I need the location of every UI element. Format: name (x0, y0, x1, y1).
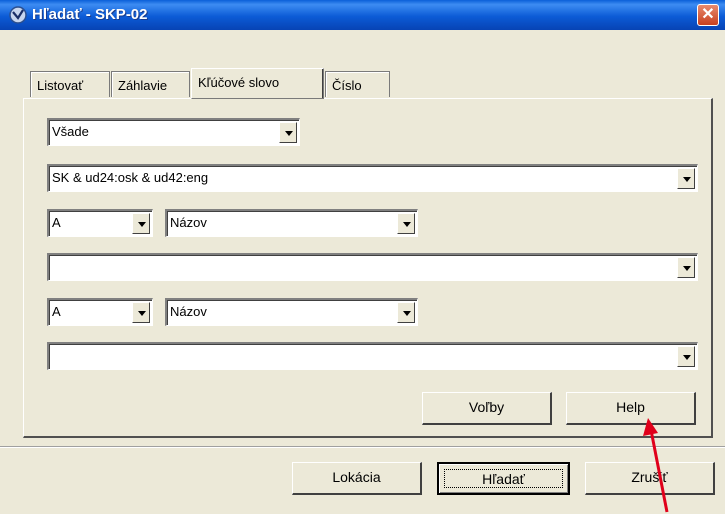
chevron-down-icon[interactable] (132, 302, 150, 323)
search-dialog: Hľadať - SKP-02 ✕ Listovať Záhlavie Kľúč… (0, 0, 725, 514)
query-input-3[interactable] (47, 342, 698, 370)
app-icon (9, 6, 27, 24)
search-button[interactable]: Hľadať (437, 462, 570, 495)
chevron-down-icon[interactable] (397, 213, 415, 234)
chevron-down-icon[interactable] (279, 122, 297, 143)
operator-select-2[interactable]: A (47, 298, 153, 326)
field-select-1[interactable]: Názov (165, 209, 418, 237)
query-input-1[interactable]: SK & ud24:osk & ud42:eng (47, 164, 698, 192)
chevron-down-icon[interactable] (397, 302, 415, 323)
chevron-down-icon[interactable] (132, 213, 150, 234)
chevron-down-icon[interactable] (677, 346, 695, 367)
query-input-2[interactable] (47, 253, 698, 281)
tab-klucove-slovo[interactable]: Kľúčové slovo (191, 68, 324, 99)
field-select-2[interactable]: Názov (165, 298, 418, 326)
cancel-button[interactable]: Zrušiť (585, 462, 715, 495)
options-button[interactable]: Voľby (422, 392, 552, 425)
tab-cislo[interactable]: Číslo (325, 71, 390, 97)
chevron-down-icon[interactable] (677, 257, 695, 278)
separator (0, 446, 725, 448)
scope-select[interactable]: Všade (47, 118, 300, 146)
tab-zahlavie[interactable]: Záhlavie (111, 71, 190, 97)
operator-select-1[interactable]: A (47, 209, 153, 237)
tab-listovat[interactable]: Listovať (30, 71, 110, 97)
close-button[interactable]: ✕ (697, 4, 719, 26)
help-button[interactable]: Help (566, 392, 696, 425)
title-bar[interactable]: Hľadať - SKP-02 ✕ (0, 0, 725, 30)
search-button-label: Hľadať (444, 469, 563, 488)
window-title: Hľadať - SKP-02 (32, 6, 148, 23)
close-icon: ✕ (701, 6, 715, 23)
location-button[interactable]: Lokácia (292, 462, 422, 495)
chevron-down-icon[interactable] (677, 168, 695, 189)
